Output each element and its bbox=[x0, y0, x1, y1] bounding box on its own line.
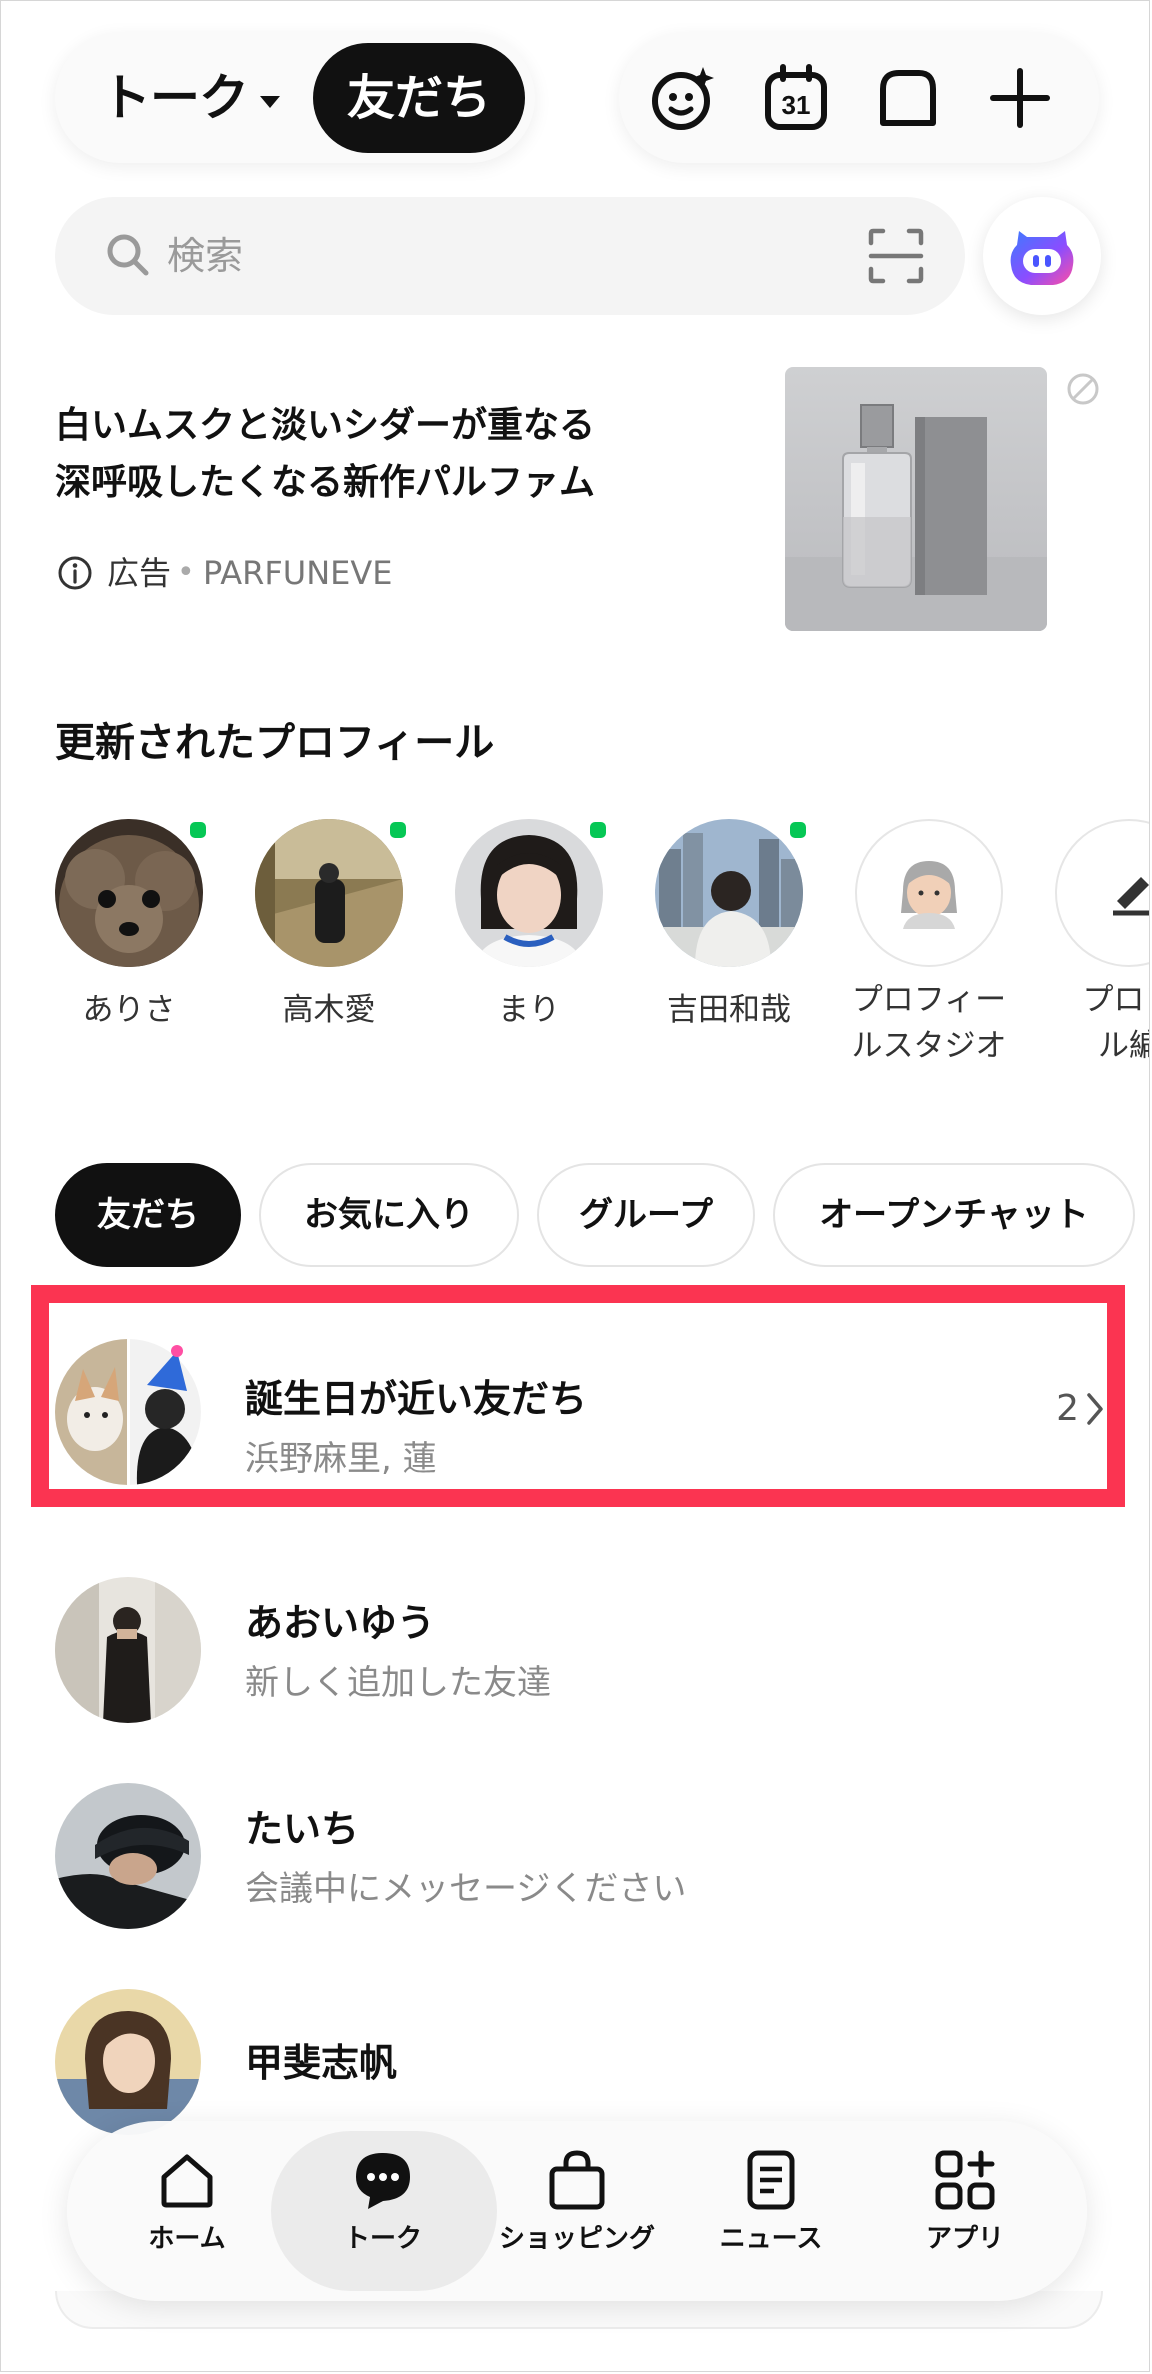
info-icon[interactable] bbox=[57, 555, 93, 591]
plus-icon[interactable] bbox=[985, 63, 1055, 133]
chat-bubble-icon[interactable] bbox=[873, 63, 943, 133]
online-indicator bbox=[787, 819, 809, 841]
ad-headline-line-1: 白いムスクと淡いシダーが重なる bbox=[55, 405, 596, 446]
birthday-title: 誕生日が近い友だち bbox=[245, 1377, 588, 1421]
avatar bbox=[55, 819, 203, 967]
birthday-friends-row[interactable]: 誕生日が近い友だち 浜野麻里, 蓮 2 bbox=[55, 1321, 1105, 1485]
friend-row[interactable]: たいち 会議中にメッセージください bbox=[55, 1783, 1105, 1931]
ad-brand: PARFUNEVE bbox=[203, 554, 393, 592]
search-bar[interactable]: 検索 bbox=[55, 197, 965, 315]
talk-icon bbox=[356, 2153, 410, 2209]
search-icon bbox=[103, 230, 153, 280]
profile-name-line-1: プロフィー bbox=[851, 982, 1007, 1018]
ad-image-perfume[interactable] bbox=[785, 367, 1047, 631]
ai-assistant-icon bbox=[1010, 231, 1074, 285]
nav-shopping[interactable]: ショッピング bbox=[477, 2147, 677, 2277]
calendar-icon[interactable]: 31 bbox=[761, 63, 831, 133]
nav-apps[interactable]: アプリ bbox=[865, 2147, 1065, 2277]
friend-name: 甲斐志帆 bbox=[245, 2041, 398, 2085]
birthday-count: 2 bbox=[1056, 1388, 1079, 1429]
tab-favorites[interactable]: お気に入り bbox=[259, 1163, 519, 1267]
avatar bbox=[655, 819, 803, 967]
profile-name-line-2: ルスタジオ bbox=[851, 1028, 1007, 1064]
avatar bbox=[455, 819, 603, 967]
online-indicator bbox=[587, 819, 609, 841]
avatar-emoji-icon bbox=[855, 819, 1003, 967]
home-icon bbox=[161, 2154, 213, 2208]
ad-headline-line-2: 深呼吸したくなる新作パルファム bbox=[55, 462, 596, 503]
apps-icon bbox=[935, 2150, 995, 2210]
avatar bbox=[55, 1577, 201, 1723]
profile-name-line-2: ル編 bbox=[1098, 1028, 1149, 1064]
ai-assistant-button[interactable] bbox=[983, 197, 1101, 315]
talk-label: トーク bbox=[101, 69, 249, 127]
friend-status: 会議中にメッセージください bbox=[245, 1869, 687, 1909]
nav-label: ショッピング bbox=[498, 2224, 655, 2254]
news-icon bbox=[747, 2150, 795, 2210]
friend-status: 新しく追加した友達 bbox=[245, 1663, 551, 1703]
profile-name: プロフ ル編 bbox=[1029, 977, 1150, 1069]
chevron-right-icon bbox=[1087, 1393, 1103, 1425]
friends-toggle-button[interactable]: 友だち bbox=[313, 43, 525, 153]
friend-name: たいち bbox=[245, 1807, 360, 1851]
bottom-navigation: ホーム トーク ショッピング ニュース アプリ bbox=[67, 2121, 1087, 2301]
nav-label: ホーム bbox=[148, 2224, 226, 2254]
ad-label: 広告 bbox=[107, 554, 172, 592]
profile-name-line-1: プロフ bbox=[1082, 982, 1150, 1018]
birthday-avatar bbox=[55, 1339, 201, 1485]
updated-profiles-title: 更新されたプロフィール bbox=[55, 720, 495, 766]
app-screen: トーク 友だち 31 検索 白いムスクと淡いシダーが重なる 深呼吸したくなる新作… bbox=[0, 0, 1150, 2372]
nav-talk[interactable]: トーク bbox=[283, 2147, 483, 2277]
nav-news[interactable]: ニュース bbox=[671, 2147, 871, 2277]
talk-friends-switch: トーク 友だち bbox=[55, 33, 535, 163]
calendar-day: 31 bbox=[782, 90, 811, 120]
shopping-bag-icon bbox=[549, 2150, 605, 2210]
birthday-names: 浜野麻里, 蓮 bbox=[245, 1439, 437, 1479]
caret-down-icon bbox=[260, 95, 280, 108]
friend-row[interactable]: あおいゆう 新しく追加した友達 bbox=[55, 1577, 1105, 1725]
nav-home[interactable]: ホーム bbox=[87, 2147, 287, 2277]
avatar bbox=[55, 1783, 201, 1929]
profile-name: まり bbox=[498, 992, 560, 1028]
hide-ad-icon[interactable] bbox=[1065, 371, 1101, 407]
edit-icon bbox=[1055, 819, 1149, 967]
tab-groups[interactable]: グループ bbox=[537, 1163, 755, 1267]
profile-name: 高木愛 bbox=[282, 992, 376, 1028]
scan-icon[interactable] bbox=[867, 227, 925, 285]
friend-name: あおいゆう bbox=[245, 1601, 436, 1645]
tab-friends[interactable]: 友だち bbox=[55, 1163, 241, 1267]
nav-label: トーク bbox=[343, 2224, 422, 2254]
online-indicator bbox=[387, 819, 409, 841]
sparkle-face-icon[interactable] bbox=[649, 63, 719, 133]
profile-name: 吉田和哉 bbox=[667, 992, 791, 1028]
search-input[interactable]: 検索 bbox=[167, 227, 243, 285]
tab-open-chat[interactable]: オープンチャット bbox=[773, 1163, 1135, 1267]
ad-separator: • bbox=[177, 555, 195, 590]
profile-name: ありさ bbox=[82, 992, 176, 1028]
ad-headline[interactable]: 白いムスクと淡いシダーが重なる 深呼吸したくなる新作パルファム bbox=[55, 397, 755, 511]
talk-dropdown-button[interactable]: トーク bbox=[101, 61, 280, 135]
avatar bbox=[55, 1989, 201, 2135]
online-indicator bbox=[187, 819, 209, 841]
header-actions: 31 bbox=[619, 33, 1099, 163]
avatar bbox=[255, 819, 403, 967]
nav-label: アプリ bbox=[925, 2224, 1004, 2254]
friend-row[interactable]: 甲斐志帆 bbox=[55, 1989, 1105, 2137]
profile-name: プロフィー ルスタジオ bbox=[829, 977, 1029, 1069]
nav-label: ニュース bbox=[719, 2224, 823, 2254]
